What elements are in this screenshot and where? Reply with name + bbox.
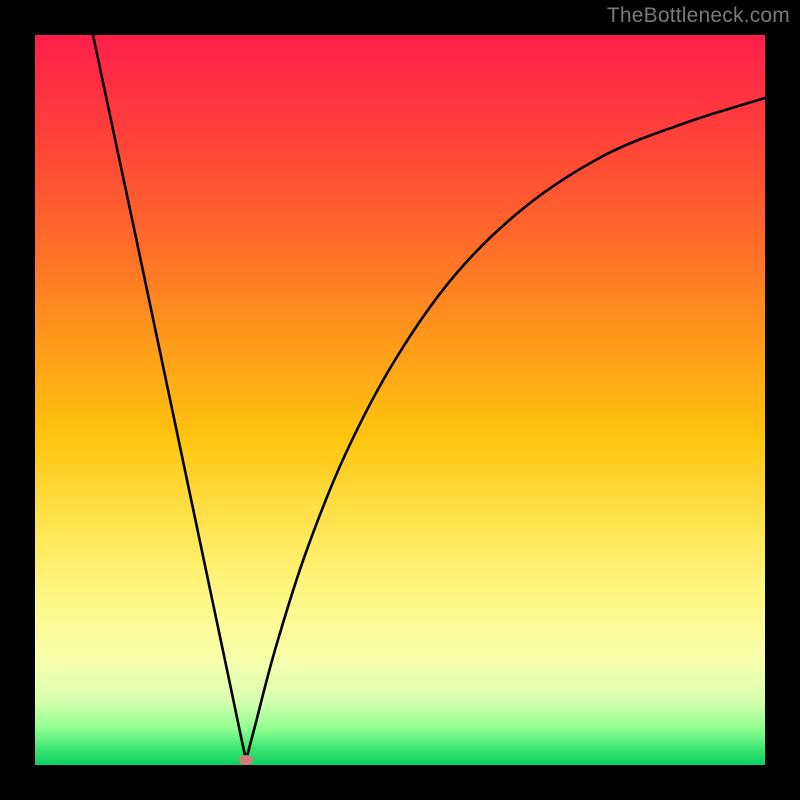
curve-svg: [35, 35, 765, 765]
watermark: TheBottleneck.com: [607, 4, 790, 28]
plot-area: [35, 35, 765, 765]
curve-right-branch: [246, 98, 765, 760]
chart-frame: TheBottleneck.com: [0, 0, 800, 800]
curve-left-branch: [93, 35, 246, 760]
minimum-marker: [239, 755, 253, 765]
